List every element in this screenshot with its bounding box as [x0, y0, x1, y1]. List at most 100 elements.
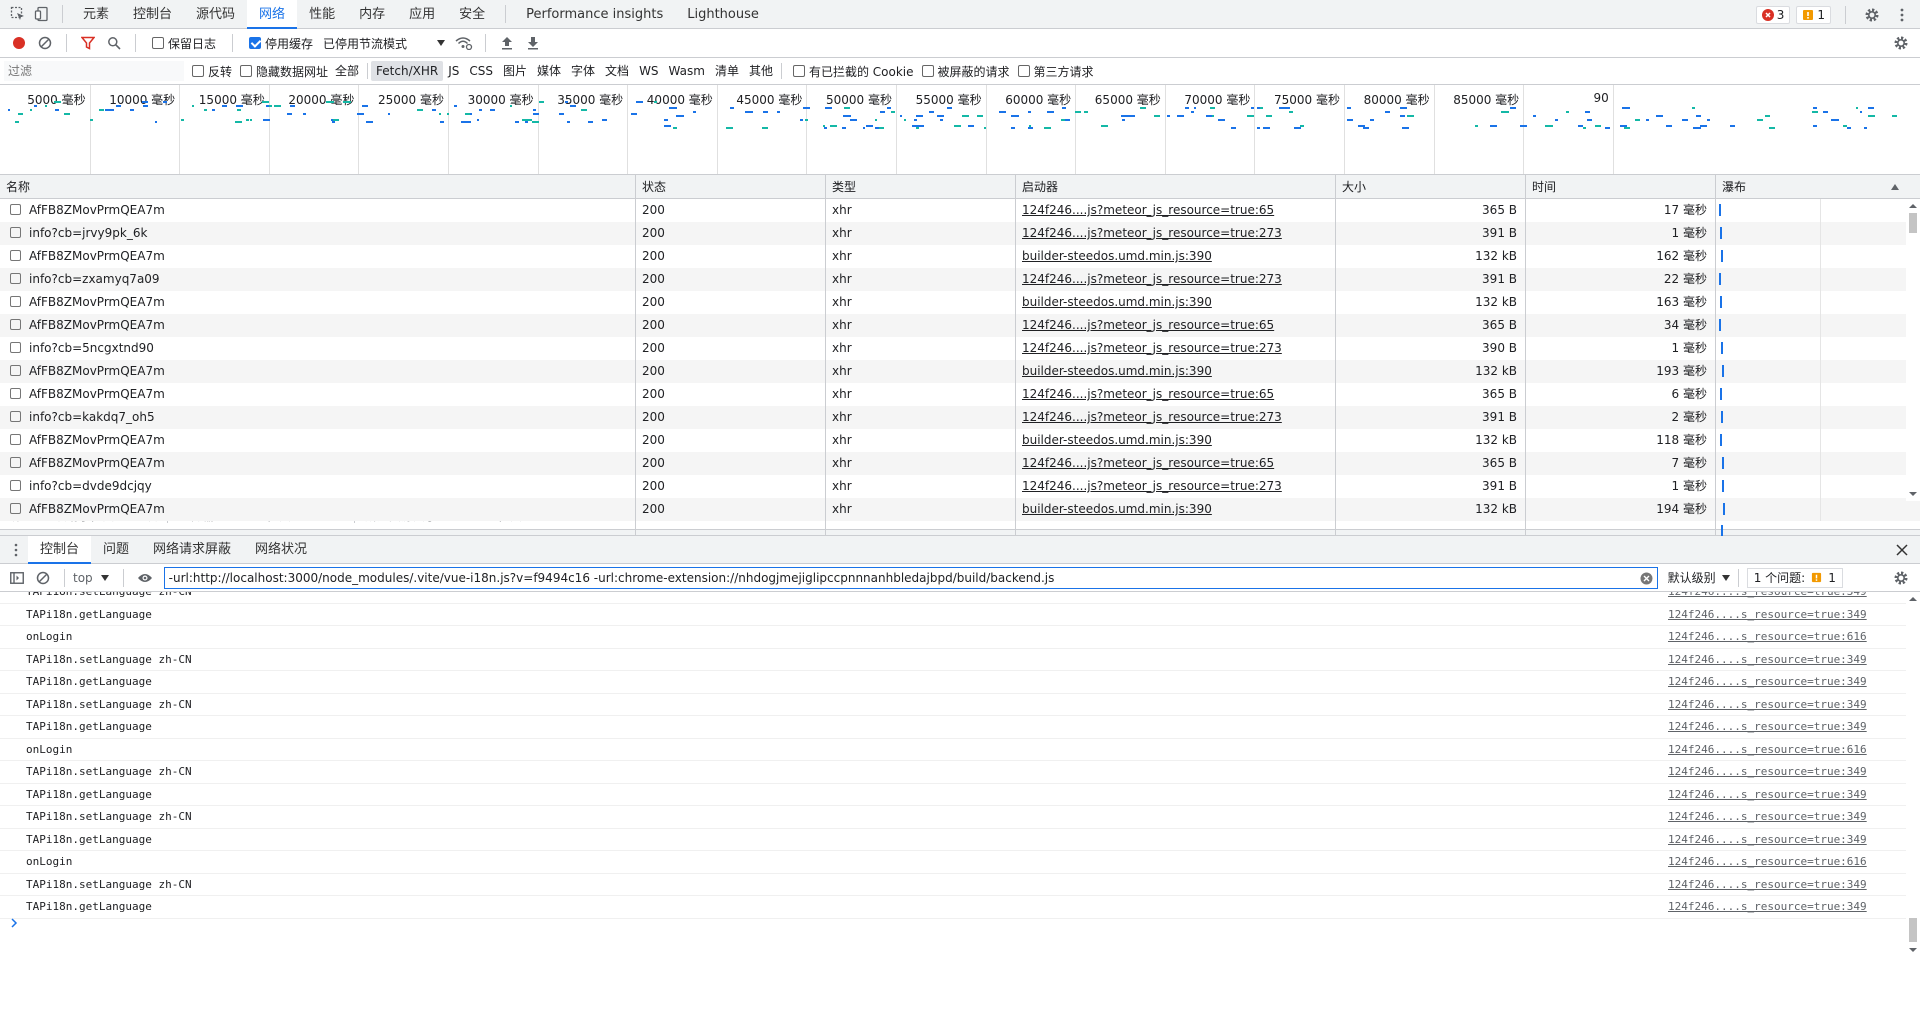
console-message-source-link[interactable]: 124f246....s_resource=true:616: [1668, 851, 1867, 874]
row-checkbox[interactable]: [10, 480, 21, 491]
invert-checkbox[interactable]: 反转: [192, 63, 232, 80]
cell-name[interactable]: AfFB8ZMovPrmQEA7m: [0, 498, 636, 521]
cell-initiator[interactable]: 124f246....js?meteor_js_resource=true:27…: [1016, 337, 1336, 360]
column-header-6[interactable]: 瀑布: [1716, 175, 1910, 199]
cell-name[interactable]: AfFB8ZMovPrmQEA7m: [0, 452, 636, 475]
console-message-source-link[interactable]: 124f246....s_resource=true:349: [1668, 592, 1867, 604]
settings-gear-icon[interactable]: [1860, 3, 1884, 27]
scrollbar-thumb[interactable]: [1909, 213, 1917, 233]
type-filter-5[interactable]: 媒体: [532, 61, 566, 81]
column-header-5[interactable]: 时间: [1526, 175, 1716, 199]
cell-name[interactable]: info?cb=5ncgxtnd90: [0, 337, 636, 360]
console-message-source-link[interactable]: 124f246....s_resource=true:349: [1668, 874, 1867, 897]
console-message-source-link[interactable]: 124f246....s_resource=true:349: [1668, 784, 1867, 807]
type-filter-9[interactable]: Wasm: [664, 61, 710, 81]
console-message-source-link[interactable]: 124f246....s_resource=true:349: [1668, 671, 1867, 694]
network-settings-button[interactable]: [1888, 31, 1914, 55]
table-row[interactable]: info?cb=zxamyq7a09 200 xhr 124f246....js?me…: [0, 268, 1920, 291]
type-filter-7[interactable]: 文档: [600, 61, 634, 81]
type-filter-6[interactable]: 字体: [566, 61, 600, 81]
console-prompt[interactable]: [10, 918, 18, 928]
clear-console-button[interactable]: [30, 566, 56, 590]
tab-6[interactable]: 应用: [397, 0, 447, 29]
third-party-checkbox[interactable]: 第三方请求: [1017, 63, 1094, 80]
console-message-source-link[interactable]: 124f246....s_resource=true:616: [1668, 739, 1867, 762]
cell-name[interactable]: info?cb=dvde9dcjqy: [0, 475, 636, 498]
tab-3[interactable]: 网络: [247, 0, 298, 29]
device-toolbar-icon[interactable]: [30, 2, 54, 26]
disable-cache-checkbox[interactable]: 停用缓存: [249, 35, 313, 52]
blocked-cookies-checkbox[interactable]: 有已拦截的 Cookie: [792, 63, 914, 80]
close-drawer-icon[interactable]: [1890, 538, 1914, 562]
tab-4[interactable]: 性能: [297, 0, 347, 29]
clear-filter-icon[interactable]: [1640, 572, 1653, 585]
cell-initiator[interactable]: builder-steedos.umd.min.js:390: [1016, 429, 1336, 452]
type-filter-8[interactable]: WS: [634, 61, 663, 81]
table-row[interactable]: AfFB8ZMovPrmQEA7m 200 xhr builder-steedos.u…: [0, 245, 1920, 268]
cell-name[interactable]: info?cb=zxamyq7a09: [0, 268, 636, 291]
console-message-source-link[interactable]: 124f246....s_resource=true:349: [1668, 896, 1867, 919]
export-har-button[interactable]: [520, 31, 546, 55]
type-filter-4[interactable]: 图片: [498, 61, 532, 81]
cell-name[interactable]: AfFB8ZMovPrmQEA7m: [0, 383, 636, 406]
filter-input[interactable]: [4, 61, 184, 81]
search-button[interactable]: [101, 31, 127, 55]
inspect-element-icon[interactable]: [6, 2, 30, 26]
row-checkbox[interactable]: [10, 342, 21, 353]
tab-1[interactable]: 控制台: [121, 0, 184, 29]
cell-initiator[interactable]: 124f246....js?meteor_js_resource=true:65: [1016, 452, 1336, 475]
type-filter-1[interactable]: Fetch/XHR: [371, 61, 444, 81]
console-message-source-link[interactable]: 124f246....s_resource=true:349: [1668, 806, 1867, 829]
console-message-source-link[interactable]: 124f246....s_resource=true:349: [1668, 649, 1867, 672]
cell-initiator[interactable]: 124f246....js?meteor_js_resource=true:27…: [1016, 475, 1336, 498]
row-checkbox[interactable]: [10, 273, 21, 284]
row-checkbox[interactable]: [10, 227, 21, 238]
console-sidebar-toggle[interactable]: [4, 566, 30, 590]
cell-name[interactable]: info?cb=kakdq7_oh5: [0, 406, 636, 429]
tab-2[interactable]: 源代码: [184, 0, 247, 29]
row-checkbox[interactable]: [10, 365, 21, 376]
row-checkbox[interactable]: [10, 434, 21, 445]
column-header-3[interactable]: 启动器: [1016, 175, 1336, 199]
table-row[interactable]: AfFB8ZMovPrmQEA7m 200 xhr 124f246....js?met…: [0, 452, 1920, 475]
column-header-1[interactable]: 状态: [636, 175, 826, 199]
more-options-icon[interactable]: [1890, 3, 1914, 27]
record-button[interactable]: [6, 31, 32, 55]
network-conditions-button[interactable]: [451, 31, 477, 55]
column-header-0[interactable]: 名称: [0, 175, 636, 199]
console-message-source-link[interactable]: 124f246....s_resource=true:616: [1668, 626, 1867, 649]
cell-initiator[interactable]: 124f246....js?meteor_js_resource=true:27…: [1016, 222, 1336, 245]
network-overview-timeline[interactable]: 5000 毫秒 10000 毫秒 15000 毫秒 20000 毫秒 25000 毫秒 3…: [0, 85, 1920, 175]
type-filter-11[interactable]: 其他: [744, 61, 778, 81]
row-checkbox[interactable]: [10, 411, 21, 422]
drawer-tab-1[interactable]: 问题: [91, 536, 141, 564]
table-row[interactable]: info?cb=5ncgxtnd90 200 xhr 124f246....js?me…: [0, 337, 1920, 360]
table-row[interactable]: AfFB8ZMovPrmQEA7m 200 xhr builder-steedos.u…: [0, 360, 1920, 383]
drawer-tab-3[interactable]: 网络状况: [243, 536, 319, 564]
table-row[interactable]: AfFB8ZMovPrmQEA7m 200 xhr builder-steedos.u…: [0, 291, 1920, 314]
warning-badge[interactable]: 1: [1796, 5, 1831, 24]
log-levels-select[interactable]: 默认级别: [1668, 569, 1730, 586]
console-message-source-link[interactable]: 124f246....s_resource=true:349: [1668, 761, 1867, 784]
console-message-source-link[interactable]: 124f246....s_resource=true:349: [1668, 694, 1867, 717]
cell-name[interactable]: info?cb=jrvy9pk_6k: [0, 222, 636, 245]
cell-initiator[interactable]: 124f246....js?meteor_js_resource=true:27…: [1016, 268, 1336, 291]
type-filter-2[interactable]: JS: [443, 61, 464, 81]
error-badge[interactable]: 3: [1755, 5, 1791, 24]
cell-name[interactable]: AfFB8ZMovPrmQEA7m: [0, 245, 636, 268]
filter-toggle-button[interactable]: [75, 31, 101, 55]
hide-data-urls-checkbox[interactable]: 隐藏数据网址: [240, 63, 328, 80]
context-selector[interactable]: top: [73, 571, 109, 585]
live-expression-button[interactable]: [132, 566, 158, 590]
table-row[interactable]: info?cb=jrvy9pk_6k 200 xhr 124f246....js?me…: [0, 222, 1920, 245]
table-row[interactable]: AfFB8ZMovPrmQEA7m 200 xhr 124f246....js?met…: [0, 199, 1920, 222]
drawer-tab-2[interactable]: 网络请求屏蔽: [141, 536, 243, 564]
table-row[interactable]: AfFB8ZMovPrmQEA7m 200 xhr builder-steedos.u…: [0, 429, 1920, 452]
throttling-select[interactable]: 已停用节流模式: [323, 35, 446, 52]
cell-name[interactable]: AfFB8ZMovPrmQEA7m: [0, 291, 636, 314]
type-filter-0[interactable]: 全部: [330, 61, 364, 81]
clear-button[interactable]: [32, 31, 58, 55]
tab-9[interactable]: Lighthouse: [675, 0, 771, 29]
row-checkbox[interactable]: [10, 457, 21, 468]
console-filter-input[interactable]: -url:http://localhost:3000/node_modules/…: [163, 566, 1658, 589]
